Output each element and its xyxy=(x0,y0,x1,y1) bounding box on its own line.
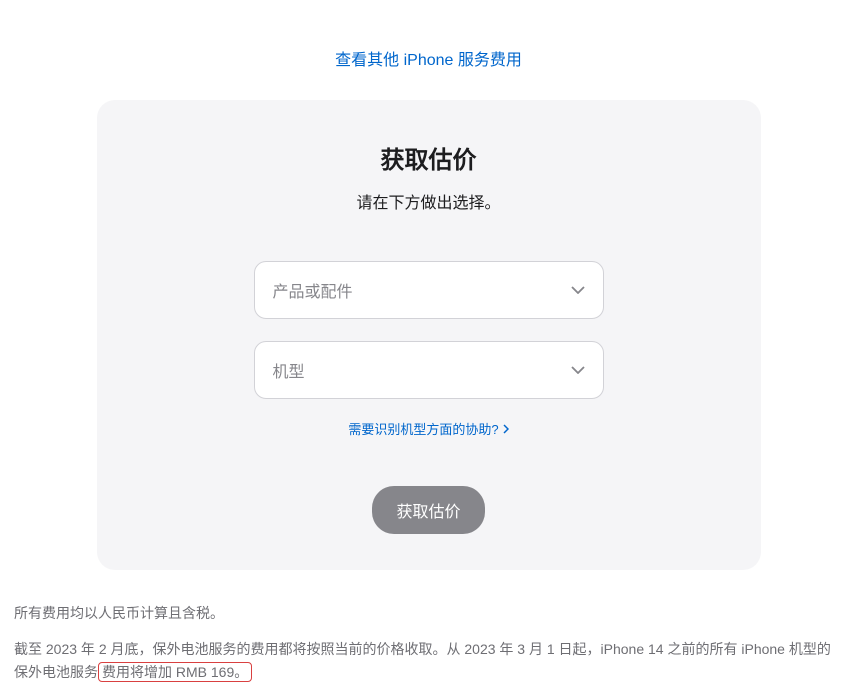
help-link-label: 需要识别机型方面的协助? xyxy=(348,419,498,438)
product-select-wrapper: 产品或配件 xyxy=(254,261,604,319)
estimate-card: 获取估价 请在下方做出选择。 产品或配件 机型 需要识别机型方面的协助? xyxy=(97,100,761,570)
model-select-wrapper: 机型 xyxy=(254,341,604,399)
chevron-right-icon xyxy=(503,424,509,434)
model-select-placeholder: 机型 xyxy=(273,358,305,382)
get-estimate-button[interactable]: 获取估价 xyxy=(372,486,484,534)
product-select-placeholder: 产品或配件 xyxy=(273,278,353,302)
model-select[interactable]: 机型 xyxy=(254,341,604,399)
card-title: 获取估价 xyxy=(97,140,761,175)
top-link-container: 查看其他 iPhone 服务费用 xyxy=(10,0,847,100)
footer-notes: 所有费用均以人民币计算且含税。 截至 2023 年 2 月底，保外电池服务的费用… xyxy=(10,570,847,683)
card-subtitle: 请在下方做出选择。 xyxy=(97,189,761,213)
footer-note-2: 截至 2023 年 2 月底，保外电池服务的费用都将按照当前的价格收取。从 20… xyxy=(14,638,843,683)
footer-note-1: 所有费用均以人民币计算且含税。 xyxy=(14,602,843,624)
identify-model-help-link[interactable]: 需要识别机型方面的协助? xyxy=(348,419,508,438)
footer-note-2-highlight: 费用将增加 RMB 169。 xyxy=(98,662,252,682)
chevron-down-icon xyxy=(571,286,585,294)
chevron-down-icon xyxy=(571,366,585,374)
view-other-services-link[interactable]: 查看其他 iPhone 服务费用 xyxy=(335,52,522,69)
product-select[interactable]: 产品或配件 xyxy=(254,261,604,319)
